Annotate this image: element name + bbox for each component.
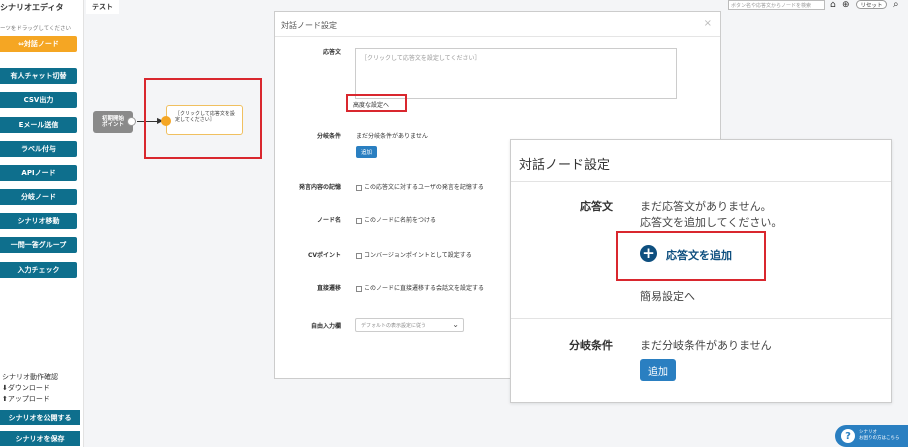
question-icon: ?: [841, 429, 855, 443]
node-scenario-move[interactable]: シナリオ移動: [0, 213, 77, 229]
help-line1: シナリオ: [859, 430, 877, 435]
direct-option[interactable]: このノードに直接遷移する会話文を設定する: [356, 283, 484, 292]
cv-option[interactable]: コンバージョンポイントとして設定する: [356, 250, 472, 259]
upload-label: アップロード: [7, 395, 50, 403]
node-label[interactable]: ラベル付与: [0, 141, 77, 157]
cv-checkbox[interactable]: [356, 252, 362, 259]
node-email[interactable]: Eメール送信: [0, 117, 77, 133]
start-node-label: 初期開始 ポイント: [101, 116, 124, 128]
chevron-down-icon: ⌄: [452, 320, 459, 329]
record-label: 発言内容の記憶: [298, 184, 341, 191]
upload-link[interactable]: ⬆アップロード: [2, 394, 50, 404]
download-label: ダウンロード: [7, 384, 50, 392]
help-text: シナリオ お困りの方はこちら: [859, 430, 900, 442]
divider: [275, 36, 720, 37]
direct-option-label: このノードに直接遷移する会話文を設定する: [364, 285, 485, 292]
search-input[interactable]: ボタン名や応答文からノードを検索: [728, 0, 825, 10]
divider: [511, 318, 891, 319]
node-qa-group[interactable]: 一問一答グループ: [0, 237, 77, 253]
node-csv[interactable]: CSV出力: [0, 92, 77, 108]
highlight-box-node: [144, 78, 262, 159]
help-line2: お困りの方はこちら: [859, 436, 900, 441]
response-label-zoom: 応答文: [580, 200, 613, 213]
direct-label: 直接遷移: [316, 285, 341, 292]
add-branch-button-zoom[interactable]: 追加: [640, 359, 676, 381]
cv-option-label: コンバージョンポイントとして設定する: [364, 252, 472, 259]
download-link[interactable]: ⬇ダウンロード: [2, 383, 50, 393]
response-empty-line1: まだ応答文がありません。: [640, 200, 772, 213]
branch-text-zoom: まだ分岐条件がありません: [640, 339, 772, 352]
add-branch-button[interactable]: 追加: [356, 146, 377, 158]
reset-button[interactable]: リセット: [856, 0, 887, 9]
node-name-option-label: このノードに名前をつける: [364, 217, 437, 224]
response-label: 応答文: [322, 49, 341, 56]
search-icon[interactable]: ⌕: [893, 0, 899, 10]
sidebar-title: シナリオエディタ: [0, 3, 64, 12]
highlight-box-advanced: [346, 94, 407, 112]
close-icon[interactable]: ×: [704, 18, 712, 29]
node-name-label: ノード名: [316, 217, 341, 224]
sidebar-hint: ーツをドラッグしてください: [0, 26, 72, 32]
node-input-check[interactable]: 入力チェック: [0, 262, 77, 278]
response-textarea[interactable]: ［クリックして応答文を設定してください］: [355, 48, 677, 99]
sidebar: シナリオエディタ ーツをドラッグしてください ⇔対話ノード 有人チャット切替 C…: [0, 0, 84, 447]
cv-label: CVポイント: [307, 252, 341, 259]
node-human-chat[interactable]: 有人チャット切替: [0, 68, 77, 84]
node-branch[interactable]: 分岐ノード: [0, 189, 77, 205]
dialog-node-settings-zoom: 対話ノード設定 応答文 まだ応答文がありません。 応答文を追加してください。 +…: [510, 139, 892, 403]
record-option-label: この応答文に対するユーザの発言を記憶する: [364, 184, 484, 191]
tab-test[interactable]: テスト: [86, 0, 119, 14]
branch-label: 分岐条件: [316, 133, 341, 140]
panel-title-zoom: 対話ノード設定: [519, 158, 611, 173]
branch-label-zoom: 分岐条件: [569, 339, 613, 352]
save-button[interactable]: シナリオを保存: [0, 431, 80, 446]
node-api[interactable]: APIノード: [0, 165, 77, 181]
response-empty-line2: 応答文を追加してください。: [640, 216, 783, 229]
start-port[interactable]: [127, 117, 136, 126]
divider: [511, 181, 891, 182]
highlight-box-add-response: [616, 231, 766, 281]
record-option[interactable]: この応答文に対するユーザの発言を記憶する: [356, 182, 484, 191]
branch-text: まだ分岐条件がありません: [356, 133, 428, 140]
verify-link[interactable]: シナリオ動作確認: [2, 372, 58, 382]
zoom-icon[interactable]: ⊕: [842, 0, 850, 10]
panel-title: 対話ノード設定: [281, 21, 337, 30]
record-checkbox[interactable]: [356, 184, 362, 191]
help-badge[interactable]: ? シナリオ お困りの方はこちら: [835, 425, 908, 447]
simple-settings-link[interactable]: 簡易設定へ: [640, 288, 695, 304]
free-input-label: 自由入力欄: [310, 323, 341, 330]
free-input-select[interactable]: デフォルトの表示設定に従う ⌄: [355, 318, 464, 332]
home-icon[interactable]: ⌂: [830, 0, 836, 10]
node-name-checkbox[interactable]: [356, 217, 362, 224]
node-name-option[interactable]: このノードに名前をつける: [356, 215, 436, 224]
node-dialog[interactable]: ⇔対話ノード: [0, 36, 77, 52]
free-input-value: デフォルトの表示設定に従う: [361, 323, 427, 329]
direct-checkbox[interactable]: [356, 285, 362, 292]
publish-button[interactable]: シナリオを公開する: [0, 410, 80, 425]
